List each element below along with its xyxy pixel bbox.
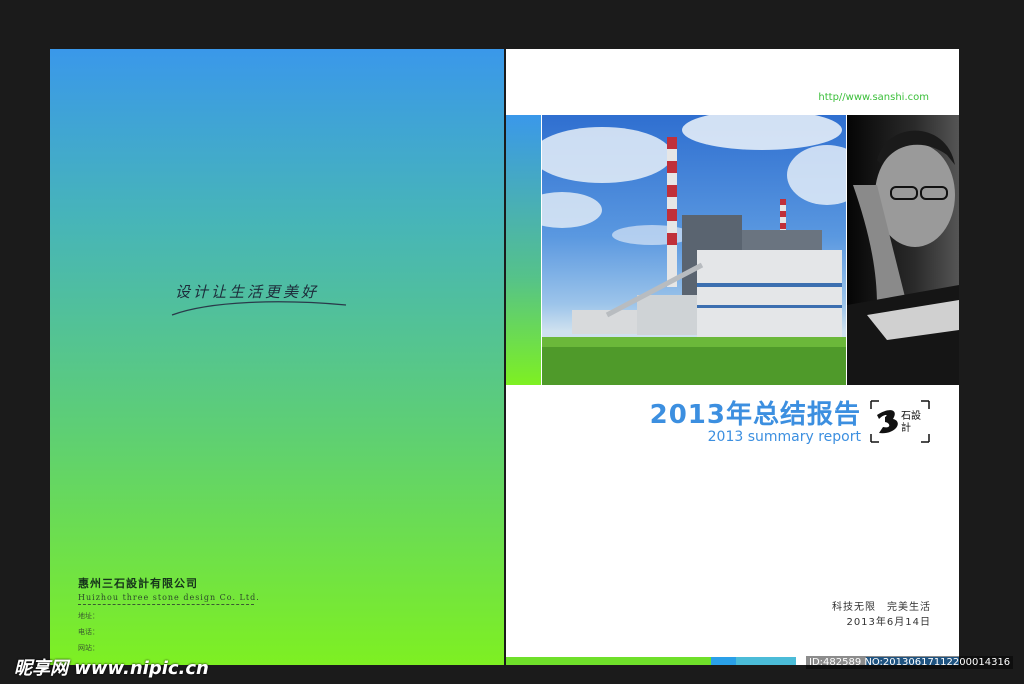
web-label: 网站： bbox=[78, 644, 99, 652]
watermark-site: 昵享网 www.nipic.cn bbox=[14, 658, 209, 679]
power-plant-photo bbox=[542, 115, 846, 385]
back-cover: 设计让生活更美好 惠州三石設計有限公司 Huizhou three stone … bbox=[50, 49, 504, 665]
color-stripe bbox=[506, 115, 541, 385]
watermark-id: ID:482589 NO:20130617112200014316 bbox=[806, 656, 1014, 669]
address-label: 地址： bbox=[78, 612, 99, 620]
report-subtitle: 2013 summary report bbox=[707, 429, 861, 445]
businessman-portrait bbox=[847, 115, 959, 385]
report-title: 2013年总结报告 bbox=[649, 400, 861, 430]
logo-text: 石設計 bbox=[901, 411, 921, 434]
swoosh-decoration bbox=[171, 301, 347, 316]
company-name-en: Huizhou three stone design Co. Ltd. bbox=[78, 593, 260, 602]
tagline: 科技无限 完美生活 bbox=[832, 602, 931, 613]
report-date: 2013年6月14日 bbox=[846, 617, 931, 628]
company-info: 惠州三石設計有限公司 Huizhou three stone design Co… bbox=[78, 575, 260, 653]
website-url[interactable]: http//www.sanshi.com bbox=[818, 92, 929, 103]
company-name-cn: 惠州三石設計有限公司 bbox=[78, 577, 198, 590]
divider bbox=[78, 604, 254, 605]
company-logo: 石設計 bbox=[869, 399, 931, 444]
front-cover: http//www.sanshi.com 2013年总结报告 2013 summ… bbox=[506, 49, 959, 665]
phone-label: 电话： bbox=[78, 628, 99, 636]
